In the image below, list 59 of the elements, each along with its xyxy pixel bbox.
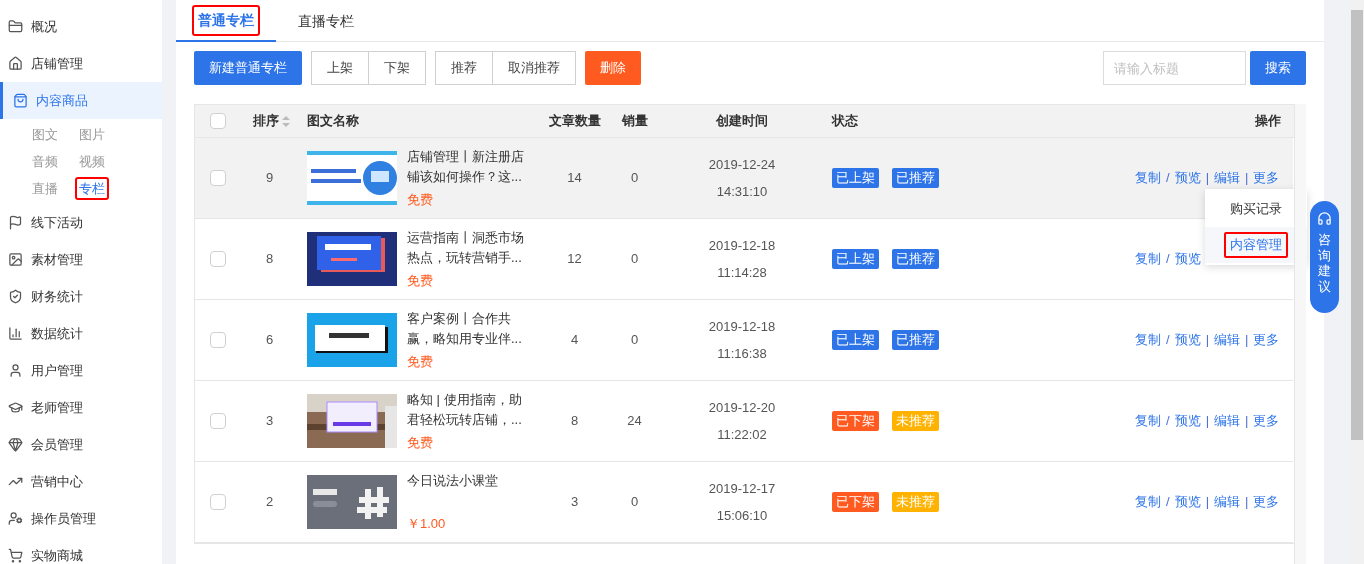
item-price: 免费 bbox=[407, 191, 434, 209]
item-price: 免费 bbox=[407, 353, 434, 371]
column-header: 图文名称 bbox=[307, 113, 359, 129]
status-tag: 未推荐 bbox=[892, 492, 939, 512]
table-cell: 3 bbox=[266, 413, 274, 429]
table-cell: 4 bbox=[570, 332, 579, 348]
table-cell: 8 bbox=[570, 413, 579, 429]
separator: | bbox=[1204, 412, 1210, 431]
separator: | bbox=[1244, 331, 1250, 350]
table-cell: 24 bbox=[627, 413, 642, 429]
date-text: 2019-12-17 bbox=[708, 480, 776, 498]
separator: | bbox=[1244, 169, 1250, 188]
table-cell: 14 bbox=[567, 170, 582, 186]
status-tag: 已上架 bbox=[832, 249, 879, 269]
column-header: 操作 bbox=[1255, 113, 1281, 129]
column-header: 销量 bbox=[621, 113, 648, 129]
separator: | bbox=[1204, 169, 1210, 188]
status-tag: 已推荐 bbox=[892, 330, 939, 350]
status-tag: 已上架 bbox=[832, 330, 879, 350]
table-cell: 0 bbox=[630, 251, 639, 267]
column-header: 创建时间 bbox=[716, 113, 768, 129]
item-price: 免费 bbox=[407, 434, 434, 452]
separator: / bbox=[1165, 169, 1171, 188]
table-cell: 3 bbox=[570, 494, 579, 510]
separator: / bbox=[1165, 493, 1171, 512]
status-tag: 已推荐 bbox=[892, 168, 939, 188]
time-text: 15:06:10 bbox=[716, 507, 768, 525]
table-cell: 0 bbox=[630, 332, 639, 348]
separator: / bbox=[1165, 250, 1171, 269]
time-text: 14:31:10 bbox=[716, 183, 768, 201]
table-cell: 9 bbox=[266, 170, 274, 186]
time-text: 11:14:28 bbox=[717, 264, 767, 282]
table-cell: 2 bbox=[266, 494, 274, 510]
status-tag: 已推荐 bbox=[892, 249, 939, 269]
column-header: 文章数量 bbox=[548, 113, 601, 129]
time-text: 11:22:02 bbox=[717, 426, 767, 444]
date-text: 2019-12-18 bbox=[708, 318, 776, 336]
date-text: 2019-12-20 bbox=[708, 399, 776, 417]
table-cell: 6 bbox=[266, 332, 274, 348]
time-text: 11:16:38 bbox=[717, 345, 767, 363]
table-cell: 0 bbox=[630, 494, 639, 510]
item-price: 免费 bbox=[407, 272, 434, 290]
table-cell: 8 bbox=[266, 251, 274, 267]
table-cell: 0 bbox=[630, 170, 639, 186]
separator: / bbox=[1165, 412, 1171, 431]
date-text: 2019-12-24 bbox=[708, 156, 776, 174]
item-price: ￥1.00 bbox=[407, 515, 447, 533]
date-text: 2019-12-18 bbox=[708, 237, 776, 255]
status-tag: 未推荐 bbox=[892, 411, 939, 431]
separator: | bbox=[1204, 331, 1210, 350]
column-header: 状态 bbox=[832, 113, 858, 129]
table-cell: 12 bbox=[567, 251, 582, 267]
status-tag: 已下架 bbox=[832, 411, 879, 431]
status-tag: 已上架 bbox=[832, 168, 879, 188]
separator: | bbox=[1204, 493, 1210, 512]
separator: | bbox=[1244, 493, 1250, 512]
status-tag: 已下架 bbox=[832, 492, 879, 512]
separator: / bbox=[1165, 331, 1171, 350]
separator: | bbox=[1244, 412, 1250, 431]
